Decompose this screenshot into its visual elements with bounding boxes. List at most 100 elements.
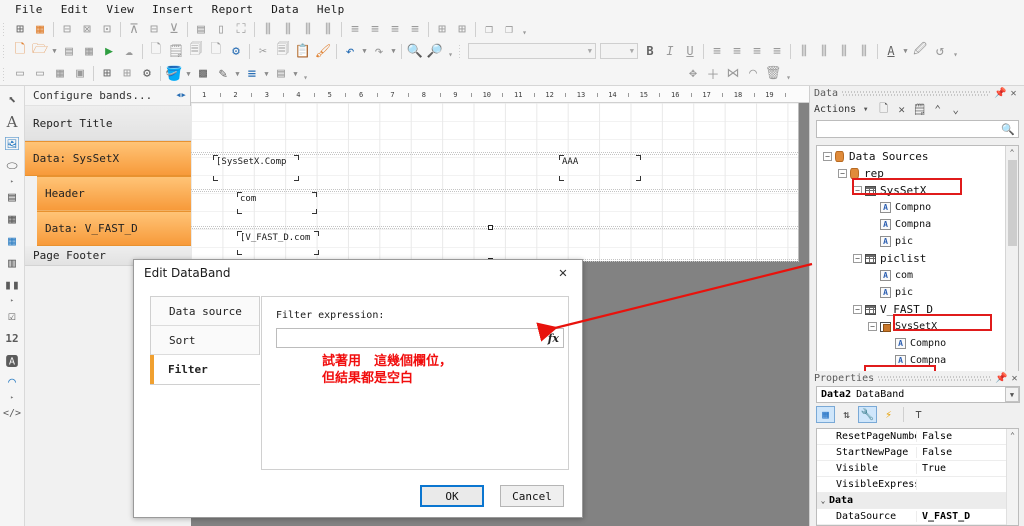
- property-row-visible[interactable]: Visible True: [817, 461, 1007, 477]
- save-as-icon[interactable]: ▦: [79, 41, 99, 61]
- ok-button[interactable]: OK: [420, 485, 484, 507]
- expand-collapse-icon[interactable]: −: [853, 186, 862, 195]
- font-size-select[interactable]: ▼: [600, 43, 638, 59]
- property-value[interactable]: False: [917, 431, 952, 442]
- edit-databand-dialog[interactable]: Edit DataBand ✕ Data source Sort Filter …: [133, 259, 583, 518]
- tree-node-rep[interactable]: − rep: [817, 165, 1007, 182]
- tree-node-compno[interactable]: A Compno: [817, 335, 1007, 352]
- undo-dropdown-icon[interactable]: ▼: [360, 41, 369, 61]
- events-icon[interactable]: ⚡: [879, 406, 898, 423]
- page-setup-icon[interactable]: ⚙: [226, 41, 246, 61]
- text-top-icon[interactable]: ⫼: [794, 41, 814, 61]
- tree-node-pic[interactable]: Apic: [817, 284, 1007, 301]
- search-input[interactable]: [817, 122, 1002, 136]
- border-dash-icon[interactable]: ▤: [271, 64, 291, 84]
- bold-icon[interactable]: B: [640, 41, 660, 61]
- barcode-tool-icon[interactable]: ▮▮: [1, 274, 23, 296]
- align-middle-icon[interactable]: ⊟: [144, 19, 164, 39]
- toolbar-grip[interactable]: [1, 21, 8, 37]
- property-value[interactable]: V_FAST_D: [917, 511, 970, 522]
- borders-outline-icon[interactable]: ▣: [70, 64, 90, 84]
- italic-icon[interactable]: I: [660, 41, 680, 61]
- property-row-visibleexpressi[interactable]: VisibleExpressi: [817, 477, 1007, 493]
- tree-node-v-fast-d[interactable]: − V_FAST_D: [817, 301, 1007, 318]
- move-up-icon[interactable]: ⌃: [929, 101, 946, 117]
- align-to-grid-icon[interactable]: ⊞: [10, 19, 30, 39]
- new-report-icon[interactable]: 🗋: [10, 41, 30, 61]
- close-icon[interactable]: ✕: [1007, 88, 1020, 99]
- border-settings-icon[interactable]: ⚙: [137, 64, 157, 84]
- center-vertically-icon[interactable]: ⊞: [452, 19, 472, 39]
- cloud-icon[interactable]: ☁: [119, 41, 139, 61]
- pin-icon[interactable]: 📌: [994, 88, 1007, 99]
- cut-icon[interactable]: ✂: [253, 41, 273, 61]
- dialog-tab-filter[interactable]: Filter: [150, 355, 261, 384]
- property-row-datasource[interactable]: DataSource V_FAST_D: [817, 509, 1007, 525]
- same-height-icon[interactable]: ▯: [211, 19, 231, 39]
- borders-bottom-icon[interactable]: ▭: [30, 64, 50, 84]
- resize-handle-tr[interactable]: [294, 155, 299, 160]
- menu-item-report[interactable]: Report: [203, 2, 263, 17]
- save-report-icon[interactable]: ▤: [59, 41, 79, 61]
- resize-handle-br[interactable]: [294, 176, 299, 181]
- resize-handle-tr[interactable]: [636, 155, 641, 160]
- tree-node-compna[interactable]: A Compna: [817, 352, 1007, 369]
- shape-tool-dropdown-icon[interactable]: ▸: [1, 177, 23, 186]
- border-dash-dropdown-icon[interactable]: ▼: [291, 64, 300, 84]
- chevron-down-icon[interactable]: ▼: [857, 101, 874, 117]
- delete-page-icon[interactable]: 🗋: [206, 41, 226, 61]
- redo-dropdown-icon[interactable]: ▼: [389, 41, 398, 61]
- snap-to-grid-icon[interactable]: ▦: [30, 19, 50, 39]
- toolbar-overflow-button[interactable]: ▾: [445, 41, 456, 61]
- align-center-icon[interactable]: ⊠: [77, 19, 97, 39]
- align-right-icon[interactable]: ⊡: [97, 19, 117, 39]
- font-color-icon[interactable]: A: [881, 41, 901, 61]
- tree-node-pic[interactable]: Apic: [817, 233, 1007, 250]
- reset-icon[interactable]: ↺: [930, 41, 950, 61]
- resize-handle-tr[interactable]: [314, 231, 319, 236]
- menu-item-insert[interactable]: Insert: [143, 2, 203, 17]
- delete-item-icon[interactable]: ✕: [893, 101, 910, 117]
- menu-item-file[interactable]: File: [6, 2, 52, 17]
- dialog-tab-sort[interactable]: Sort: [151, 326, 259, 355]
- data-search-box[interactable]: 🔍: [816, 120, 1019, 138]
- toolbar-overflow-button[interactable]: ▾: [300, 64, 311, 84]
- resize-handle-tr[interactable]: [312, 192, 317, 197]
- add-icon[interactable]: ＋: [703, 64, 723, 84]
- space-vertical-decrease-icon[interactable]: ≡: [385, 19, 405, 39]
- align-justify-icon[interactable]: ≡: [767, 41, 787, 61]
- toolbar-grip[interactable]: [1, 43, 8, 59]
- space-horizontal-remove-icon[interactable]: ⫼: [318, 19, 338, 39]
- menu-item-data[interactable]: Data: [262, 2, 308, 17]
- gauge-tool-dropdown-icon[interactable]: ▸: [1, 393, 23, 402]
- text-middle-icon[interactable]: ⫼: [814, 41, 834, 61]
- copy-page-icon[interactable]: 🗐: [186, 41, 206, 61]
- band-report-title[interactable]: Report Title: [25, 106, 191, 141]
- table-tool-icon[interactable]: ▦: [1, 230, 23, 252]
- component-textbox-aaa[interactable]: AAA: [559, 155, 641, 181]
- menu-item-view[interactable]: View: [97, 2, 143, 17]
- scrollbar-thumb[interactable]: [1008, 160, 1017, 246]
- copy-icon[interactable]: 🗐: [273, 41, 293, 61]
- expand-collapse-icon[interactable]: −: [853, 254, 862, 263]
- size-to-grid-icon[interactable]: ▤: [191, 19, 211, 39]
- menu-item-edit[interactable]: Edit: [52, 2, 98, 17]
- resize-handle-br[interactable]: [636, 176, 641, 181]
- align-bottom-icon[interactable]: ⊻: [164, 19, 184, 39]
- band-header[interactable]: Header: [37, 176, 191, 211]
- fx-button[interactable]: fx: [548, 332, 563, 345]
- band-data-vfastd[interactable]: Data: V_FAST_D: [37, 211, 191, 246]
- properties-scrollbar[interactable]: ⌃: [1006, 429, 1018, 525]
- border-width-icon[interactable]: ≡: [242, 64, 262, 84]
- close-icon[interactable]: ✕: [544, 260, 582, 285]
- borders-all-icon[interactable]: ▦: [50, 64, 70, 84]
- properties-grid[interactable]: ResetPageNumberFalseStartNewPageFalseVis…: [816, 428, 1019, 526]
- property-row-startnewpage[interactable]: StartNewPage False: [817, 445, 1007, 461]
- panel-tool-icon[interactable]: ▤: [1, 186, 23, 208]
- font-color-dropdown-icon[interactable]: ▼: [901, 41, 910, 61]
- resize-handle-bl[interactable]: [559, 176, 564, 181]
- resize-handle-bl[interactable]: [237, 250, 242, 255]
- close-icon[interactable]: ✕: [1008, 373, 1021, 384]
- borders-none-icon[interactable]: ▭: [10, 64, 30, 84]
- paste-icon[interactable]: 📋: [293, 41, 313, 61]
